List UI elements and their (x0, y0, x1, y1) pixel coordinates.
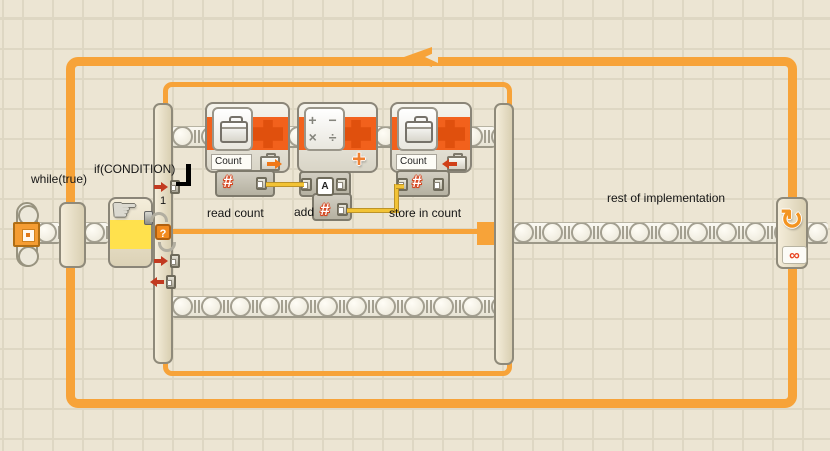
number-type-icon: # (412, 172, 421, 192)
beam-bead (172, 296, 193, 317)
add-input-b-plug[interactable] (336, 178, 347, 191)
beam-bead (542, 222, 563, 243)
variable-read-block[interactable]: Count (205, 102, 290, 173)
variable-name[interactable]: Count (396, 154, 437, 170)
beam-bead (433, 296, 454, 317)
beam-link (223, 300, 229, 313)
beam-link (738, 226, 744, 239)
loop-end-cap[interactable]: ↻ ∞ (776, 197, 808, 269)
block-caption[interactable]: read count (207, 206, 264, 220)
add-operation-badge: + (352, 146, 366, 174)
start-peg-bottom (18, 246, 39, 267)
suitcase-icon (220, 121, 248, 143)
switch-selector-icon[interactable]: ? (155, 224, 171, 240)
beam-bead (201, 296, 222, 317)
beam-link (564, 226, 570, 239)
beam-link (252, 300, 258, 313)
number-type-icon: # (320, 200, 329, 220)
switch-input-port-icon[interactable] (154, 253, 180, 269)
pointing-hand-icon: ☛ (111, 193, 138, 228)
start-button-dot (26, 233, 30, 237)
write-output-plug[interactable] (433, 178, 444, 191)
beam-link (767, 226, 773, 239)
number-wire[interactable] (266, 182, 304, 187)
sequence-beam (807, 222, 828, 244)
beam-bead (658, 222, 679, 243)
beam-bead (317, 296, 338, 317)
beam-bead (172, 126, 193, 147)
beam-bead (513, 222, 534, 243)
loop-start-cap[interactable] (59, 202, 86, 268)
math-add-block[interactable]: + −× ÷ + (297, 102, 378, 173)
beam-bead (346, 296, 367, 317)
start-button-icon[interactable] (13, 222, 40, 247)
block-caption[interactable]: add (294, 205, 314, 219)
beam-link (194, 130, 200, 143)
number-type-icon: # (223, 172, 232, 192)
beam-bead (716, 222, 737, 243)
sequence-beam (84, 222, 108, 244)
case-number-label: 1 (160, 195, 166, 207)
beam-link (310, 300, 316, 313)
nxt-g-canvas: ☛ 1 ? Count # read count + −× (0, 0, 830, 451)
variable-icon-box (397, 107, 438, 151)
block-caption[interactable]: store in count (389, 206, 461, 220)
variable-icon-box (212, 107, 253, 151)
beam-bead (375, 296, 396, 317)
suitcase-icon (405, 121, 433, 143)
beam-bead (600, 222, 621, 243)
beam-bead (230, 296, 251, 317)
beam-link (622, 226, 628, 239)
beam-link (368, 300, 374, 313)
math-symbols-icon: + −× ÷ (306, 112, 343, 146)
infinity-badge[interactable]: ∞ (782, 246, 807, 264)
beam-bead (571, 222, 592, 243)
annotation-corner-mark (176, 164, 191, 186)
switch-output-port-icon[interactable] (150, 274, 176, 290)
start-button-inner (22, 229, 35, 242)
beam-link (426, 300, 432, 313)
switch-right-bar[interactable] (494, 103, 514, 365)
math-icon-box: + −× ÷ (304, 107, 345, 151)
loop-direction-arrow-notch (425, 51, 438, 63)
port-a-label: A (316, 177, 334, 196)
beam-bead (745, 222, 766, 243)
beam-bead (462, 296, 483, 317)
beam-link (535, 226, 541, 239)
else-branch-beam (172, 296, 495, 318)
beam-bead (807, 222, 828, 243)
number-wire[interactable] (396, 184, 404, 189)
beam-link (484, 130, 490, 143)
if-annotation[interactable]: if(CONDITION) (94, 162, 175, 176)
beam-link (339, 300, 345, 313)
beam-link (397, 300, 403, 313)
beam-link (484, 300, 490, 313)
variable-write-block[interactable]: Count (390, 102, 472, 173)
beam-link (651, 226, 657, 239)
beam-bead (687, 222, 708, 243)
loop-cycle-icon: ↻ (780, 203, 803, 236)
beam-link (194, 300, 200, 313)
active-sequence-wire (172, 229, 482, 234)
beam-link (281, 300, 287, 313)
beam-link (593, 226, 599, 239)
beam-link (709, 226, 715, 239)
infinity-icon: ∞ (789, 247, 800, 264)
beam-bead (404, 296, 425, 317)
sequence-beam (513, 222, 778, 244)
variable-name[interactable]: Count (211, 154, 252, 170)
while-annotation[interactable]: while(true) (31, 172, 87, 186)
beam-bead (288, 296, 309, 317)
beam-bead (629, 222, 650, 243)
beam-link (455, 300, 461, 313)
beam-link (680, 226, 686, 239)
rest-annotation[interactable]: rest of implementation (607, 191, 725, 205)
condition-block[interactable]: ☛ (108, 197, 153, 268)
beam-bead (84, 222, 105, 243)
beam-bead (259, 296, 280, 317)
